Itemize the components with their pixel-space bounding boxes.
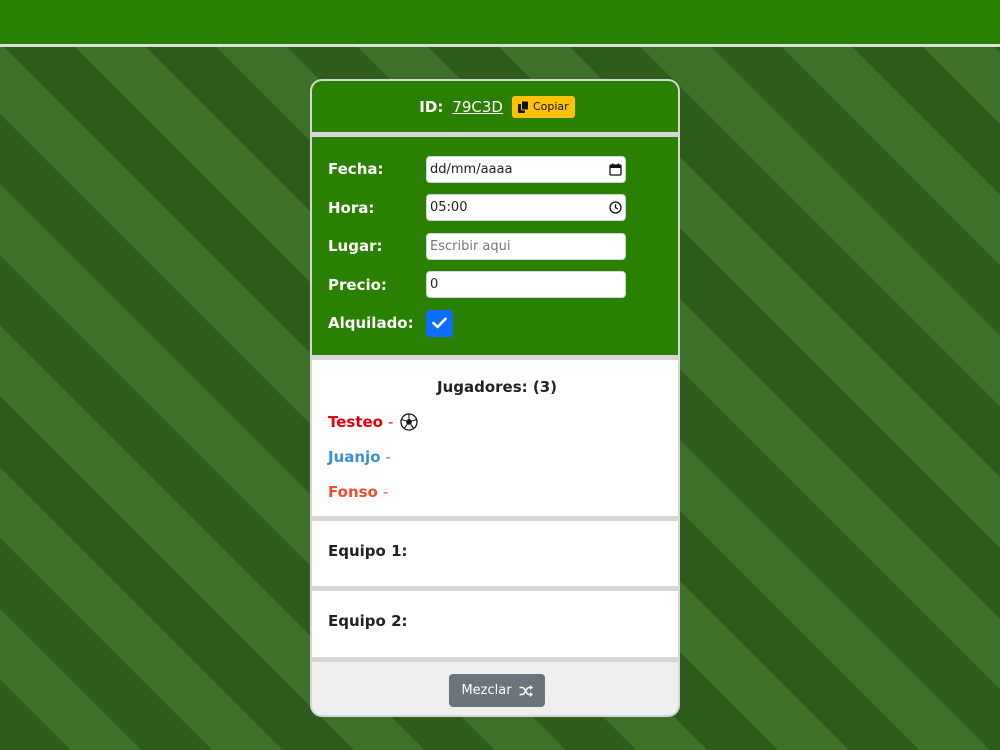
hora-input[interactable]: 05:00	[426, 194, 626, 221]
clock-icon[interactable]	[609, 201, 622, 214]
mix-button-label: Mezclar	[461, 683, 512, 698]
alquilado-row: Alquilado:	[328, 309, 666, 337]
lugar-label: Lugar:	[328, 237, 383, 255]
top-navbar	[0, 0, 1000, 47]
hora-row: Hora: 05:00	[328, 194, 666, 222]
hora-value: 05:00	[430, 200, 468, 215]
precio-row: Precio: 0	[328, 271, 666, 299]
shuffle-icon	[519, 684, 533, 697]
card-footer: Mezclar	[312, 662, 678, 715]
player-item: Testeo -	[328, 404, 666, 439]
match-card: ID: 79C3D Copiar Fecha: dd/mm/aaaa Hora:…	[310, 79, 680, 717]
checkmark-icon	[432, 317, 447, 329]
copy-button[interactable]: Copiar	[511, 95, 575, 118]
players-title: Jugadores: (3)	[436, 378, 558, 396]
id-label: ID:	[419, 97, 444, 116]
player-name: Testeo	[328, 412, 383, 431]
player-dash: -	[385, 447, 391, 466]
mix-button[interactable]: Mezclar	[449, 674, 545, 707]
copy-icon	[517, 100, 529, 113]
team-1-label: Equipo 1:	[328, 542, 408, 560]
player-dash: -	[382, 482, 389, 501]
player-name: Juanjo	[328, 447, 381, 466]
alquilado-label: Alquilado:	[328, 314, 414, 332]
team-1-section: Equipo 1:	[312, 521, 678, 586]
fecha-row: Fecha: dd/mm/aaaa	[328, 155, 666, 183]
match-id-link[interactable]: 79C3D	[452, 98, 503, 116]
fecha-value: dd/mm/aaaa	[430, 161, 513, 177]
lugar-placeholder: Escribir aqui	[430, 238, 511, 254]
players-section: Jugadores: (3) Testeo - Juanjo - Fonso -	[312, 360, 678, 516]
calendar-icon[interactable]	[609, 163, 622, 176]
team-2-label: Equipo 2:	[328, 612, 408, 630]
match-id-section: ID: 79C3D Copiar	[312, 81, 678, 132]
lugar-input[interactable]: Escribir aqui	[426, 232, 626, 260]
team-2-section: Equipo 2:	[312, 591, 678, 657]
fecha-input[interactable]: dd/mm/aaaa	[426, 155, 626, 183]
soccer-ball-icon	[400, 412, 419, 431]
precio-label: Precio:	[328, 275, 387, 294]
fecha-label: Fecha:	[328, 160, 384, 178]
alquilado-checkbox[interactable]	[426, 309, 453, 337]
player-dash: -	[388, 412, 394, 431]
player-item: Juanjo -	[328, 439, 666, 474]
hora-label: Hora:	[328, 198, 375, 217]
player-list: Testeo - Juanjo - Fonso -	[328, 404, 666, 509]
lugar-row: Lugar: Escribir aqui	[328, 232, 666, 260]
player-item: Fonso -	[328, 474, 666, 509]
match-details-form: Fecha: dd/mm/aaaa Hora: 05:00 Lugar: Esc…	[312, 137, 678, 355]
copy-button-label: Copiar	[532, 100, 569, 113]
player-name: Fonso	[328, 482, 378, 501]
precio-value: 0	[430, 277, 439, 292]
precio-input[interactable]: 0	[426, 271, 626, 298]
